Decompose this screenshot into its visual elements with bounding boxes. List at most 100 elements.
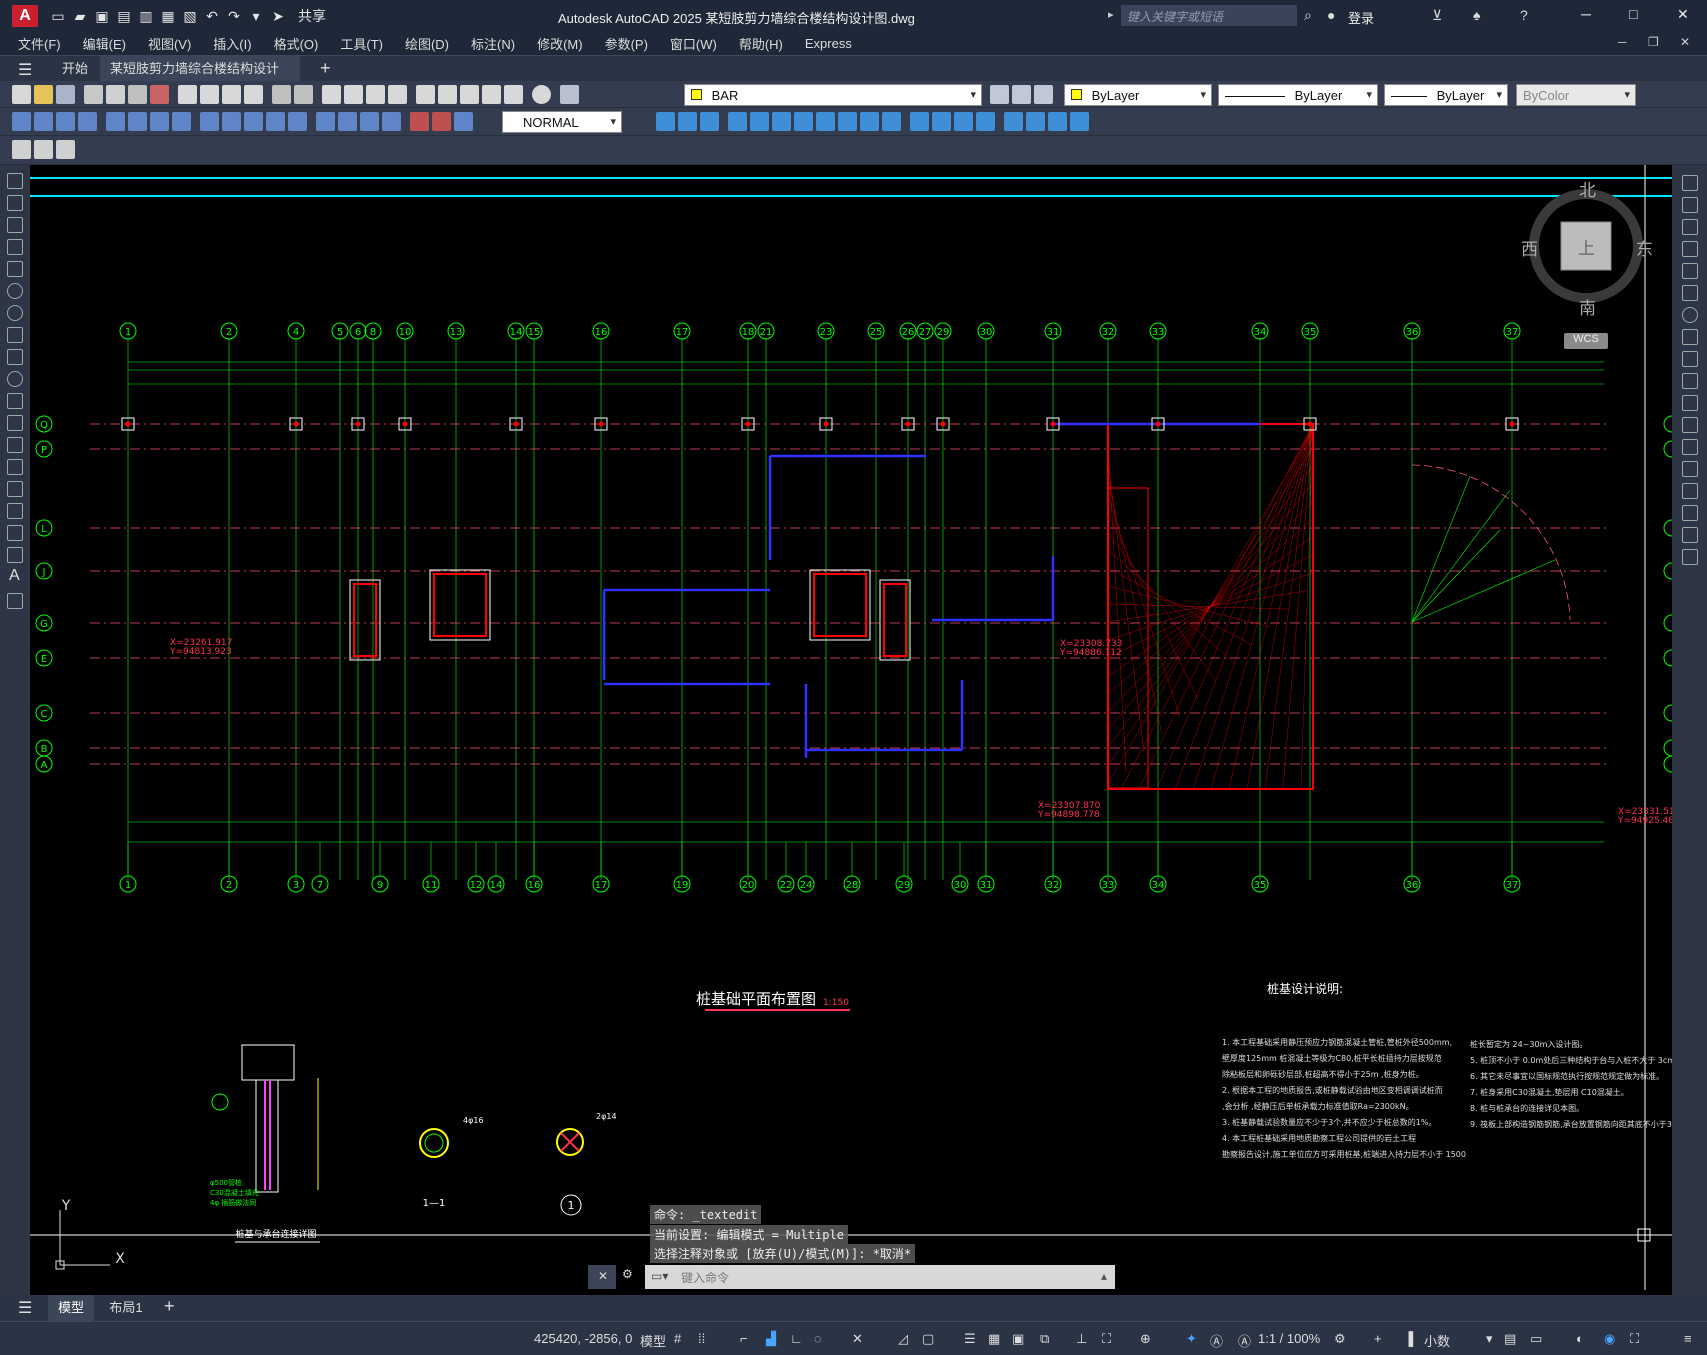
pyramid-icon[interactable]: [794, 112, 813, 131]
quick-properties-icon[interactable]: ▤: [1504, 1331, 1516, 1347]
print-preview-icon[interactable]: ▥: [138, 8, 154, 24]
pan-icon[interactable]: [322, 85, 341, 104]
multiline-text-icon[interactable]: A: [9, 567, 20, 585]
plot-icon[interactable]: [84, 85, 103, 104]
viewcube-west[interactable]: 西: [1521, 235, 1538, 260]
properties-icon[interactable]: [416, 85, 435, 104]
helix-icon[interactable]: [816, 112, 835, 131]
viewcube-east[interactable]: 东: [1636, 235, 1653, 260]
viewcube-top-face[interactable]: 上: [1578, 234, 1595, 259]
polygon-icon[interactable]: [7, 239, 23, 255]
print-icon[interactable]: ▧: [182, 8, 198, 24]
cut-icon[interactable]: [178, 85, 197, 104]
units-dropdown[interactable]: 小数: [1424, 1331, 1450, 1350]
menu-insert[interactable]: 插入(I): [213, 34, 251, 53]
publish-icon[interactable]: [128, 85, 147, 104]
join-icon[interactable]: [1682, 461, 1698, 477]
insert-block-icon[interactable]: [12, 140, 31, 159]
grid-icon[interactable]: #: [674, 1331, 681, 1346]
rectangle-icon[interactable]: [7, 261, 23, 277]
3d-rotate-icon[interactable]: [1070, 112, 1089, 131]
color-dropdown[interactable]: ByLayer ▾: [1064, 84, 1212, 106]
layer-dropdown[interactable]: BAR ▾: [684, 84, 982, 106]
qnew-icon[interactable]: [12, 85, 31, 104]
match-properties-icon[interactable]: [244, 85, 263, 104]
add-selected-icon[interactable]: [7, 593, 23, 609]
undo-icon[interactable]: ↶: [204, 8, 220, 24]
table-icon[interactable]: [7, 547, 23, 563]
autocad-logo-icon[interactable]: A: [12, 5, 38, 27]
make-current-layer-icon[interactable]: [990, 85, 1009, 104]
menu-modify[interactable]: 修改(M): [537, 34, 583, 53]
hatch-icon[interactable]: [7, 481, 23, 497]
box-icon[interactable]: [656, 112, 675, 131]
dim-space-icon[interactable]: [266, 112, 285, 131]
region-icon[interactable]: [7, 525, 23, 541]
union-icon[interactable]: [976, 112, 995, 131]
break-at-point-icon[interactable]: [1682, 417, 1698, 433]
redo-icon[interactable]: ↷: [226, 8, 242, 24]
quick-dim-icon[interactable]: [200, 112, 219, 131]
command-input[interactable]: ▭▾ 键入命令 ▴: [645, 1265, 1115, 1289]
object-snap-icon[interactable]: ✕: [852, 1331, 863, 1347]
torus-icon[interactable]: [772, 112, 791, 131]
layer-states-icon[interactable]: [1034, 85, 1053, 104]
save-as-icon[interactable]: ▤: [116, 8, 132, 24]
user-icon[interactable]: ●: [1327, 7, 1335, 23]
wcs-menu[interactable]: WCS: [1564, 333, 1608, 349]
plotstyle-dropdown[interactable]: ByColor ▾: [1516, 84, 1636, 106]
lineweight-icon[interactable]: ◿: [898, 1331, 908, 1347]
ortho-icon[interactable]: ⌐: [740, 1331, 748, 1346]
jogged-linear-icon[interactable]: [382, 112, 401, 131]
tool-palettes-icon[interactable]: [460, 85, 479, 104]
break-icon[interactable]: [1682, 439, 1698, 455]
point-icon[interactable]: [7, 459, 23, 475]
menu-help[interactable]: 帮助(H): [739, 34, 783, 53]
close-icon[interactable]: ✕: [1677, 6, 1689, 23]
workspace-icon[interactable]: ⊕: [1140, 1331, 1151, 1347]
gradient-icon[interactable]: [7, 503, 23, 519]
redo-icon[interactable]: [294, 85, 313, 104]
dynamic-ucs-icon[interactable]: ▣: [1012, 1331, 1024, 1347]
radius-dim-icon[interactable]: [106, 112, 125, 131]
tolerance-icon[interactable]: [316, 112, 335, 131]
menu-edit[interactable]: 编辑(E): [83, 34, 126, 53]
snap-icon[interactable]: ⁞⁞: [698, 1331, 705, 1346]
menu-parametric[interactable]: 参数(P): [605, 34, 648, 53]
inspect-icon[interactable]: [360, 112, 379, 131]
offset-icon[interactable]: [1682, 241, 1698, 257]
presspull-icon[interactable]: [882, 112, 901, 131]
settings-gear-icon[interactable]: ⚙: [1334, 1331, 1346, 1347]
selection-cycling-icon[interactable]: ☰: [964, 1331, 976, 1347]
search-icon[interactable]: ⌕: [1304, 7, 1312, 24]
revision-cloud-icon[interactable]: [7, 327, 23, 343]
new-file-icon[interactable]: ▭: [50, 8, 66, 24]
layer-previous-icon[interactable]: [1012, 85, 1031, 104]
command-customize-icon[interactable]: ⚙: [622, 1267, 633, 1281]
copy-icon[interactable]: [200, 85, 219, 104]
trim-icon[interactable]: [1682, 373, 1698, 389]
annotation-visibility-icon[interactable]: ⛶: [1102, 1331, 1111, 1347]
graphics-performance-icon[interactable]: ◉: [1604, 1331, 1615, 1347]
dim-text-edit-icon[interactable]: [432, 112, 451, 131]
isodraft-icon[interactable]: ∟: [790, 1331, 803, 1346]
search-chevron-icon[interactable]: ▸: [1108, 8, 1114, 21]
erase-icon[interactable]: [1682, 175, 1698, 191]
polyline-icon[interactable]: [7, 217, 23, 233]
menu-window[interactable]: 窗口(W): [670, 34, 717, 53]
community-icon[interactable]: ♠: [1473, 7, 1480, 23]
cone-icon[interactable]: [700, 112, 719, 131]
lock-ui-icon[interactable]: ▭: [1530, 1331, 1542, 1347]
new-tab-plus-icon[interactable]: +: [320, 58, 331, 79]
zoom-previous-icon[interactable]: [388, 85, 407, 104]
dim-edit-icon[interactable]: [410, 112, 429, 131]
planar-surface-icon[interactable]: [838, 112, 857, 131]
stretch-icon[interactable]: [1682, 351, 1698, 367]
annotation-scale-value[interactable]: 1:1 / 100%: [1258, 1331, 1320, 1346]
viewcube[interactable]: 北 南 东 西 上 WCS: [1500, 178, 1670, 361]
line-icon[interactable]: [7, 173, 23, 189]
move-icon[interactable]: [1682, 285, 1698, 301]
continue-dim-icon[interactable]: [244, 112, 263, 131]
viewcube-south[interactable]: 南: [1579, 294, 1596, 319]
add-layout-plus-icon[interactable]: +: [164, 1296, 175, 1317]
